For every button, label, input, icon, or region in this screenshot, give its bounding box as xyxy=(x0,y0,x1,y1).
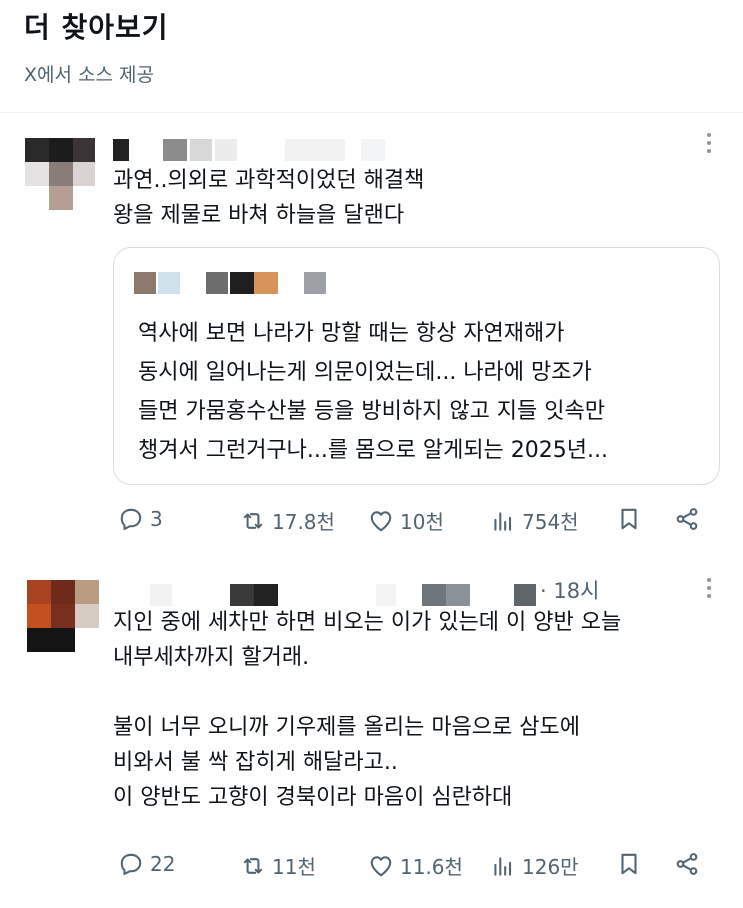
repost-icon xyxy=(243,857,263,874)
reply-count: 22 xyxy=(150,852,176,876)
heart-icon xyxy=(370,855,392,876)
share-button[interactable] xyxy=(674,851,700,877)
repost-count: 11천 xyxy=(272,855,316,879)
like-count: 10천 xyxy=(400,510,444,534)
more-icon[interactable] xyxy=(707,133,713,153)
bookmark-icon xyxy=(621,508,637,530)
share-button[interactable] xyxy=(674,506,700,532)
avatar[interactable] xyxy=(27,580,99,676)
post-timestamp[interactable]: · 18시 xyxy=(540,575,599,605)
avatar[interactable] xyxy=(25,138,97,234)
like-button[interactable]: 11.6천 xyxy=(368,851,463,880)
views-button[interactable]: 754천 xyxy=(490,506,579,535)
post-actions: 22 11천 11.6천 126만 xyxy=(118,851,718,881)
author-name[interactable] xyxy=(150,584,550,606)
like-button[interactable]: 10천 xyxy=(368,506,444,535)
repost-icon xyxy=(243,512,263,529)
bookmark-icon xyxy=(621,853,637,875)
views-count: 754천 xyxy=(522,510,579,534)
bookmark-button[interactable] xyxy=(616,851,642,877)
reply-count: 3 xyxy=(150,507,163,531)
repost-button[interactable]: 11천 xyxy=(240,851,316,880)
post-text: 지인 중에 세차만 하면 비오는 이가 있는데 이 양반 오늘 내부세차까지 할… xyxy=(113,610,622,810)
quoted-text: 역사에 보면 나라가 망할 때는 항상 자연재해가 동시에 일어나는게 의문이었… xyxy=(138,321,609,463)
views-button[interactable]: 126만 xyxy=(490,851,579,880)
page-subtitle: X에서 소스 제공 xyxy=(24,64,154,86)
post-actions: 3 17.8천 10천 754천 xyxy=(118,506,718,536)
repost-count: 17.8천 xyxy=(272,510,335,534)
views-icon xyxy=(494,511,512,531)
author-name[interactable] xyxy=(113,139,433,161)
quoted-post[interactable]: 역사에 보면 나라가 망할 때는 항상 자연재해가 동시에 일어나는게 의문이었… xyxy=(113,247,720,485)
views-count: 126만 xyxy=(522,855,579,879)
more-icon[interactable] xyxy=(707,578,713,598)
quoted-author[interactable] xyxy=(134,272,354,294)
repost-button[interactable]: 17.8천 xyxy=(240,506,335,535)
share-icon xyxy=(676,508,698,530)
views-icon xyxy=(494,856,512,876)
reply-icon xyxy=(120,853,142,875)
share-icon xyxy=(676,853,698,875)
post-text: 과연..의외로 과학적이었던 해결책 왕을 제물로 바쳐 하늘을 달랜다 xyxy=(113,168,425,228)
post-1[interactable]: 과연..의외로 과학적이었던 해결책 왕을 제물로 바쳐 하늘을 달랜다 역사에… xyxy=(0,113,743,553)
like-count: 11.6천 xyxy=(400,855,463,879)
reply-icon xyxy=(120,508,142,530)
post-2[interactable]: · 18시 지인 중에 세차만 하면 비오는 이가 있는데 이 양반 오늘 내부… xyxy=(0,568,743,908)
reply-button[interactable]: 3 xyxy=(118,506,163,532)
reply-button[interactable]: 22 xyxy=(118,851,175,877)
page-title: 더 찾아보기 xyxy=(24,11,169,44)
bookmark-button[interactable] xyxy=(616,506,642,532)
heart-icon xyxy=(370,510,392,531)
